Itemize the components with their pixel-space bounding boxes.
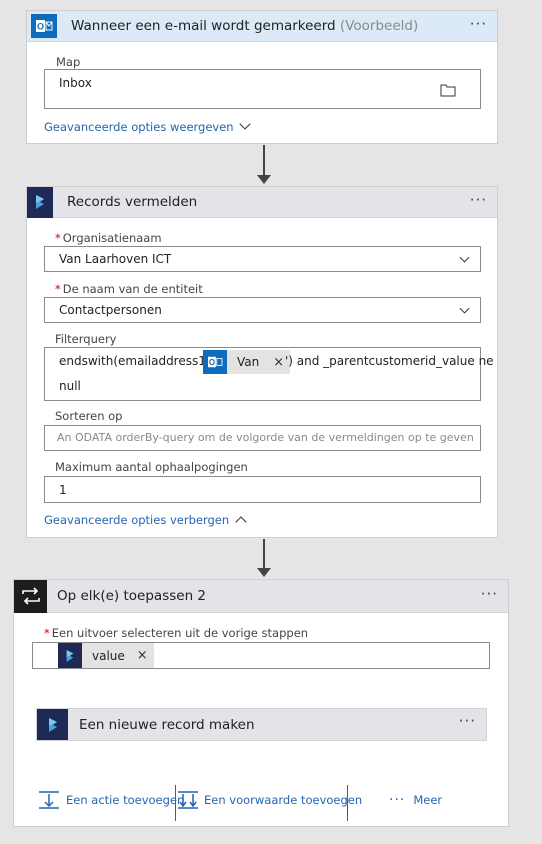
org-value: Van Laarhoven ICT [59, 252, 172, 266]
select-output-label: * Een uitvoer selecteren uit de vorige st… [44, 626, 308, 640]
dynamics-icon [37, 709, 68, 740]
chevron-down-icon [239, 118, 251, 130]
filter-line2: null [59, 379, 81, 393]
chevron-up-icon [235, 516, 247, 528]
required-marker: * [55, 282, 61, 296]
add-action-icon [38, 790, 60, 810]
add-condition-label: Een voorwaarde toevoegen [204, 793, 363, 807]
add-condition-icon [177, 790, 199, 810]
filter-label: Filterquery [55, 332, 117, 346]
sort-label: Sorteren op [55, 409, 123, 423]
more-button[interactable]: ··· Meer [389, 792, 442, 808]
chevron-down-icon [459, 303, 470, 314]
more-dots-icon: ··· [389, 792, 406, 808]
close-icon[interactable]: × [137, 648, 154, 663]
entity-label: * De naam van de entiteit [55, 282, 203, 296]
trigger-title-text: Wanneer een e-mail wordt gemarkeerd [71, 18, 336, 34]
select-output-field[interactable]: value × [32, 642, 490, 669]
max-label: Maximum aantal ophaalpogingen [55, 460, 248, 474]
max-retries-input[interactable]: 1 [44, 476, 481, 503]
max-value: 1 [59, 483, 67, 497]
token-label: value [92, 648, 125, 663]
trigger-header[interactable]: O Wanneer een e-mail wordt gemarkeerd (V… [27, 11, 497, 42]
map-field[interactable]: Inbox [44, 69, 481, 109]
select-output-label-text: Een uitvoer selecteren uit de vorige sta… [51, 626, 309, 640]
create-record-title: Een nieuwe record maken [79, 717, 255, 733]
filter-query-field[interactable]: endswith(emailaddress1,' O Van × ') and … [44, 347, 494, 401]
sort-placeholder: An ODATA orderBy-query om de volgorde va… [57, 431, 474, 444]
org-label: * Organisatienaam [55, 231, 162, 245]
records-card: Records vermelden ··· * Organisatienaam V… [26, 186, 498, 538]
foreach-card: Op elk(e) toepassen 2 ··· * Een uitvoer s… [13, 579, 509, 827]
chevron-down-icon [459, 252, 470, 263]
add-action-label: Een actie toevoegen [66, 793, 185, 807]
map-label: Map [56, 55, 81, 69]
foreach-header[interactable]: Op elk(e) toepassen 2 ··· [14, 579, 508, 613]
add-action-button[interactable]: Een actie toevoegen [38, 790, 184, 810]
flow-arrowhead [257, 568, 271, 577]
more-options-icon[interactable]: ··· [470, 15, 487, 33]
token-label: Van [237, 355, 260, 369]
hide-advanced-text: Geavanceerde opties verbergen [44, 513, 230, 527]
foreach-title: Op elk(e) toepassen 2 [57, 588, 207, 604]
svg-text:O: O [209, 358, 215, 367]
folder-icon[interactable] [440, 83, 456, 100]
show-advanced-options-link[interactable]: Geavanceerde opties weergeven [44, 118, 251, 134]
filter-prefix: endswith(emailaddress1,' [59, 354, 213, 368]
org-label-text: Organisatienaam [62, 231, 162, 245]
filter-suffix: ') and _parentcustomerid_value ne [285, 354, 494, 368]
flow-arrow [263, 539, 265, 568]
van-token[interactable]: O Van × [203, 350, 291, 374]
svg-text:O: O [37, 22, 44, 32]
outlook-icon: O [203, 350, 227, 374]
flow-arrowhead [257, 175, 271, 184]
sort-input[interactable]: An ODATA orderBy-query om de volgorde va… [44, 425, 481, 451]
trigger-card: O Wanneer een e-mail wordt gemarkeerd (V… [26, 10, 498, 144]
more-options-icon[interactable]: ··· [459, 712, 476, 730]
records-title: Records vermelden [67, 194, 198, 210]
hide-advanced-options-link[interactable]: Geavanceerde opties verbergen [44, 513, 247, 528]
required-marker: * [55, 231, 61, 245]
create-record-card[interactable]: Een nieuwe record maken ··· [36, 708, 487, 741]
entity-value: Contactpersonen [59, 303, 162, 317]
trigger-title: Wanneer een e-mail wordt gemarkeerd (Voo… [71, 18, 418, 34]
entity-label-text: De naam van de entiteit [62, 282, 203, 296]
entity-select[interactable]: Contactpersonen [44, 297, 481, 323]
preview-badge: (Voorbeeld) [339, 18, 419, 34]
divider [175, 785, 176, 821]
organisation-select[interactable]: Van Laarhoven ICT [44, 246, 481, 272]
value-token[interactable]: value × [58, 643, 154, 668]
more-options-icon[interactable]: ··· [481, 585, 498, 603]
map-value: Inbox [59, 76, 92, 90]
loop-icon [14, 579, 47, 613]
dynamics-icon [58, 643, 82, 668]
records-header[interactable]: Records vermelden ··· [27, 186, 497, 218]
divider [347, 785, 348, 821]
flow-arrow [263, 145, 265, 175]
show-advanced-text: Geavanceerde opties weergeven [44, 120, 234, 134]
add-condition-button[interactable]: Een voorwaarde toevoegen [177, 790, 362, 810]
outlook-icon: O [31, 14, 57, 38]
required-marker: * [44, 626, 50, 640]
more-options-icon[interactable]: ··· [470, 191, 487, 209]
dynamics-icon [27, 186, 53, 218]
more-label: Meer [413, 793, 443, 807]
